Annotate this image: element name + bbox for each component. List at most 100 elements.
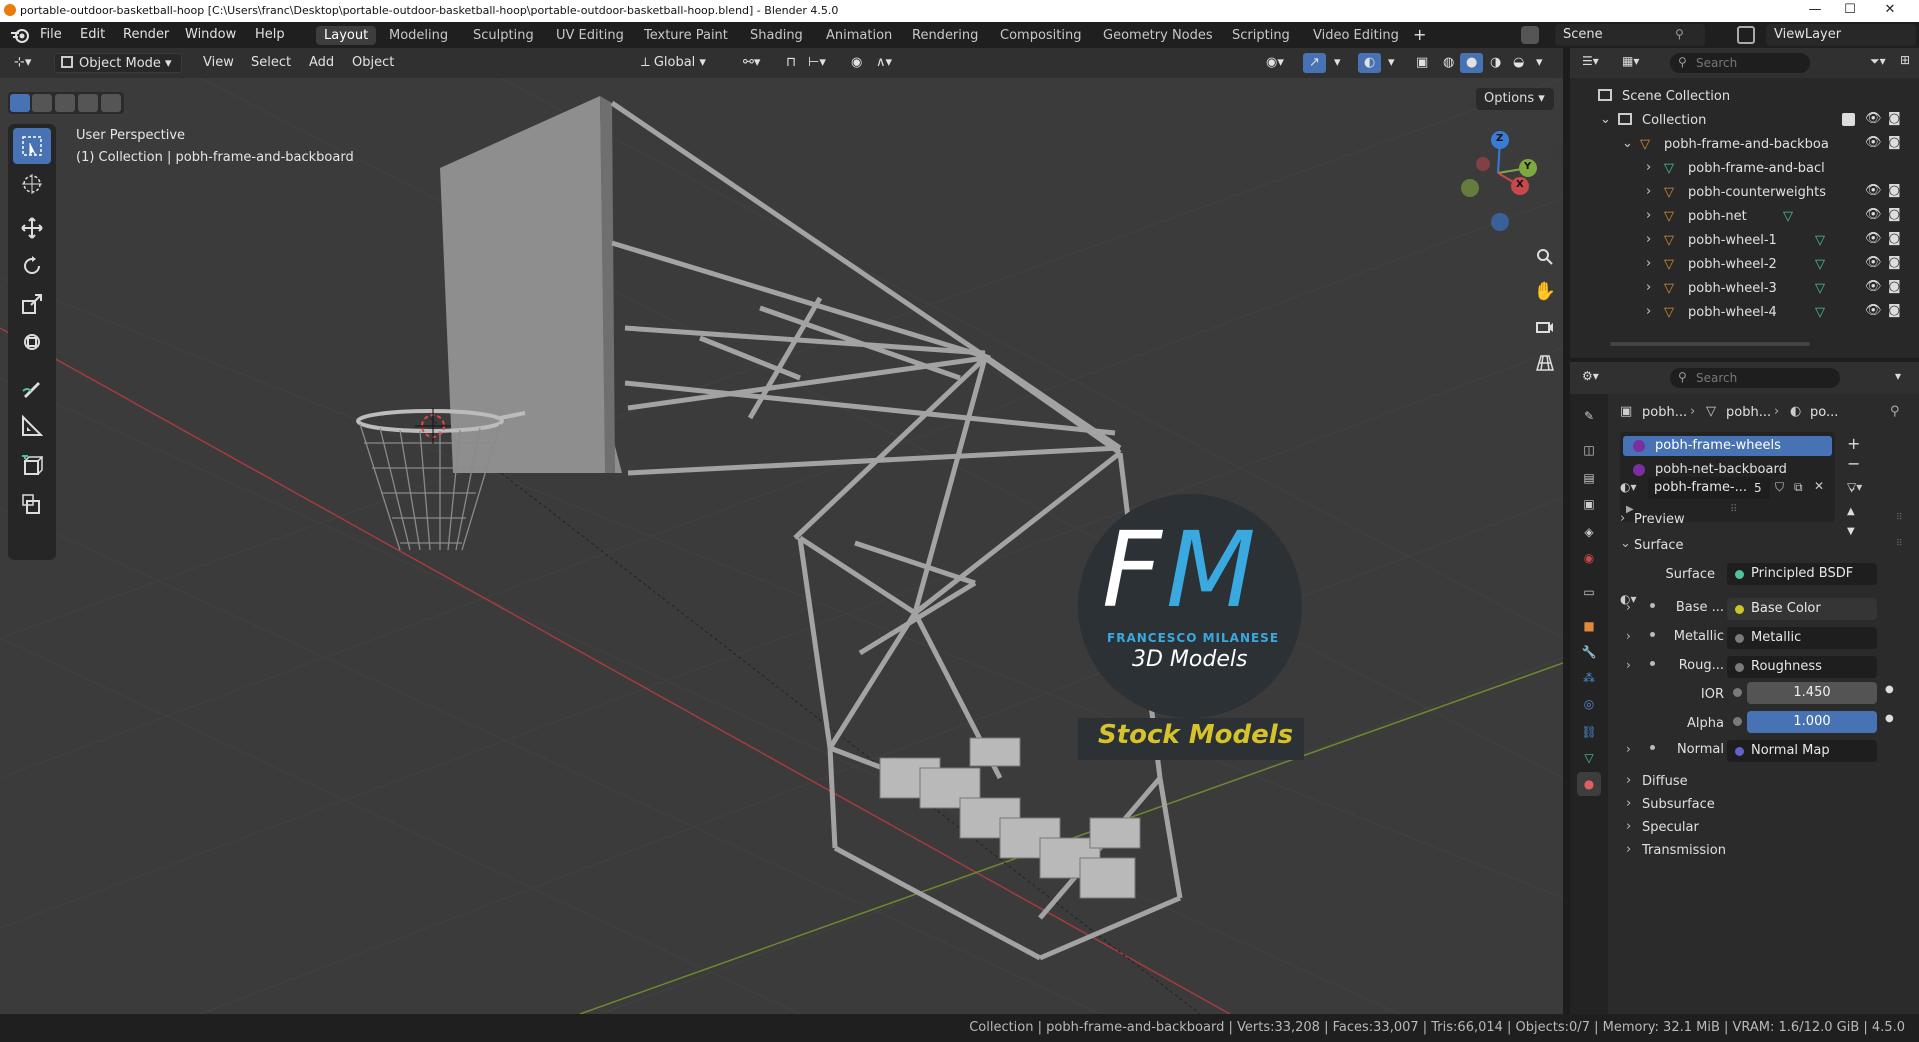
input-value-field[interactable]: Normal Map [1727, 740, 1877, 762]
display-mode-icon[interactable]: ▦▾ [1622, 54, 1639, 68]
material-name-field[interactable]: pobh-frame-... [1648, 477, 1748, 499]
output-tab-icon[interactable]: ▤ [1577, 466, 1601, 490]
add-workspace-button[interactable]: + [1413, 25, 1426, 44]
render-camera-icon[interactable]: ◙ [1888, 279, 1901, 294]
menu-view[interactable]: View [197, 53, 240, 73]
outliner-row-collection[interactable]: ⌄ Collection 👁 ◙ [1570, 110, 1919, 134]
workspace-tab-geometry-nodes[interactable]: Geometry Nodes [1095, 26, 1221, 45]
outliner-scrollbar[interactable] [1610, 342, 1810, 346]
menu-help[interactable]: Help [255, 27, 285, 42]
select-intersect-icon[interactable] [101, 94, 121, 112]
workspace-tab-video-editing[interactable]: Video Editing [1305, 26, 1407, 45]
properties-editor-icon[interactable]: ⚙▾ [1582, 369, 1599, 383]
select-extend-icon[interactable] [32, 94, 52, 112]
select-subtract-icon[interactable] [55, 94, 75, 112]
render-tab-icon[interactable]: ◫ [1577, 438, 1601, 462]
view-layer-tab-icon[interactable]: ▣ [1577, 492, 1601, 516]
menu-select[interactable]: Select [245, 53, 297, 73]
overlay-toggle-icon[interactable]: ◐ [1358, 53, 1382, 73]
outliner-row-child[interactable]: › ▽ pobh-counterweights 👁 ◙ [1570, 182, 1919, 206]
minimize-button[interactable]: — [1800, 2, 1830, 17]
transform-orientation-dropdown[interactable]: ⟂ Global ▾ [635, 53, 712, 73]
expand-chevron-icon[interactable]: › [1646, 304, 1651, 319]
modifier-tab-icon[interactable]: 🔧 [1577, 640, 1601, 664]
blender-menu-icon[interactable] [10, 27, 30, 46]
drag-handle-icon[interactable]: ⠿ [1896, 539, 1903, 549]
xray-toggle-icon[interactable]: ▣ [1410, 53, 1434, 73]
workspace-tab-layout[interactable]: Layout [316, 26, 377, 45]
shading-dropdown-icon[interactable]: ▾ [1530, 53, 1549, 73]
transform-tool-icon[interactable] [13, 324, 51, 360]
object-tab-icon[interactable]: ■ [1577, 614, 1601, 638]
keyframe-dot-icon[interactable]: ● [1885, 684, 1894, 695]
select-box-tool-icon[interactable] [13, 128, 51, 164]
snap-target-icon[interactable]: ⊢▾ [802, 53, 832, 73]
render-camera-icon[interactable]: ◙ [1888, 231, 1901, 246]
menu-window[interactable]: Window [185, 27, 236, 42]
menu-edit[interactable]: Edit [80, 27, 105, 42]
annotate-tool-icon[interactable] [13, 370, 51, 406]
workspace-tab-shading[interactable]: Shading [742, 26, 811, 45]
pin-icon[interactable]: ⚲ [1890, 404, 1900, 419]
render-camera-icon[interactable]: ◙ [1888, 207, 1901, 222]
outliner-row-parent[interactable]: ⌄ ▽ pobh-frame-and-backboa 👁 ◙ [1570, 134, 1919, 158]
menu-object[interactable]: Object [346, 53, 400, 73]
navigation-gizmo[interactable] [1450, 126, 1540, 236]
workspace-tab-compositing[interactable]: Compositing [992, 26, 1090, 45]
render-camera-icon[interactable]: ◙ [1888, 183, 1901, 198]
mode-dropdown[interactable]: Object Mode ▾ [54, 53, 182, 73]
workspace-tab-animation[interactable]: Animation [818, 26, 900, 45]
workspace-tab-scripting[interactable]: Scripting [1224, 26, 1298, 45]
input-value-field[interactable]: Base Color [1727, 598, 1877, 620]
visibility-eye-icon[interactable]: 👁 [1865, 183, 1882, 198]
surface-section-header[interactable]: ⌄ Surface ⠿ [1616, 535, 1916, 557]
overlay-dropdown-icon[interactable]: ▾ [1382, 53, 1401, 73]
scale-tool-icon[interactable] [13, 286, 51, 322]
workspace-tab-texture-paint[interactable]: Texture Paint [636, 26, 736, 45]
pivot-point-icon[interactable]: ⚯▾ [737, 53, 766, 73]
viewlayer-field[interactable]: ViewLayer [1766, 24, 1916, 46]
editor-type-icon[interactable]: ⊹▾ [8, 53, 37, 73]
properties-options-icon[interactable]: ▾ [1895, 369, 1901, 383]
expand-chevron-icon[interactable]: › [1626, 600, 1631, 614]
proportional-edit-icon[interactable]: ◉ [845, 53, 868, 73]
scene-field[interactable]: Scene ⚲ [1555, 24, 1705, 46]
solid-shading-icon[interactable]: ● [1460, 53, 1484, 73]
workspace-tab-rendering[interactable]: Rendering [904, 26, 986, 45]
outliner-row-child[interactable]: › ▽ pobh-net ▽ 👁 ◙ [1570, 206, 1919, 230]
outliner-row-child[interactable]: › ▽ pobh-wheel-1 ▽ 👁 ◙ [1570, 230, 1919, 254]
expand-chevron-icon[interactable]: › [1646, 208, 1651, 223]
material-users-count[interactable]: 5 [1748, 477, 1770, 499]
data-tab-icon[interactable]: ▽ [1577, 746, 1601, 770]
gizmo-dropdown-icon[interactable]: ▾ [1328, 53, 1347, 73]
snap-icon[interactable]: ⊓ [780, 53, 802, 73]
expand-chevron-icon[interactable]: › [1626, 658, 1631, 672]
visibility-eye-icon[interactable]: 👁 [1865, 111, 1882, 126]
outliner-row-child[interactable]: › ▽ pobh-wheel-2 ▽ 👁 ◙ [1570, 254, 1919, 278]
workspace-tab-modeling[interactable]: Modeling [381, 26, 456, 45]
physics-tab-icon[interactable]: ◎ [1577, 692, 1601, 716]
subpanel-transmission[interactable]: › Transmission [1616, 841, 1916, 863]
close-window-button[interactable]: ✕ [1875, 2, 1905, 17]
camera-view-icon[interactable] [1530, 312, 1560, 342]
workspace-tab-sculpting[interactable]: Sculpting [465, 26, 542, 45]
preview-section-header[interactable]: › Preview ⠿ [1616, 509, 1916, 531]
keyframe-dot-icon[interactable]: ● [1885, 713, 1894, 724]
duplicate-material-icon[interactable]: ⧉ [1794, 480, 1803, 495]
collection-tab-icon[interactable]: ▭ [1577, 580, 1601, 604]
world-tab-icon[interactable]: ◉ [1577, 546, 1601, 570]
input-row[interactable]: › Base ... Base Color [1616, 598, 1916, 622]
outliner-row-child[interactable]: › ▽ pobh-frame-and-bacl [1570, 158, 1919, 182]
rotate-tool-icon[interactable] [13, 248, 51, 284]
menu-add[interactable]: Add [303, 53, 340, 73]
drag-handle-icon[interactable]: ⠿ [1896, 513, 1903, 523]
falloff-icon[interactable]: ∧▾ [870, 53, 898, 73]
expand-chevron-icon[interactable]: ⌄ [1622, 136, 1633, 151]
filter-icon[interactable]: ⏷▾ [1870, 54, 1886, 69]
select-new-icon[interactable] [10, 94, 30, 112]
subpanel-specular[interactable]: › Specular [1616, 818, 1916, 840]
pan-hand-icon[interactable]: ✋ [1530, 276, 1560, 306]
render-camera-icon[interactable]: ◙ [1888, 255, 1901, 270]
scene-tab-icon[interactable]: ◈ [1577, 520, 1601, 544]
outliner-editor-icon[interactable]: ☰▾ [1582, 54, 1599, 68]
